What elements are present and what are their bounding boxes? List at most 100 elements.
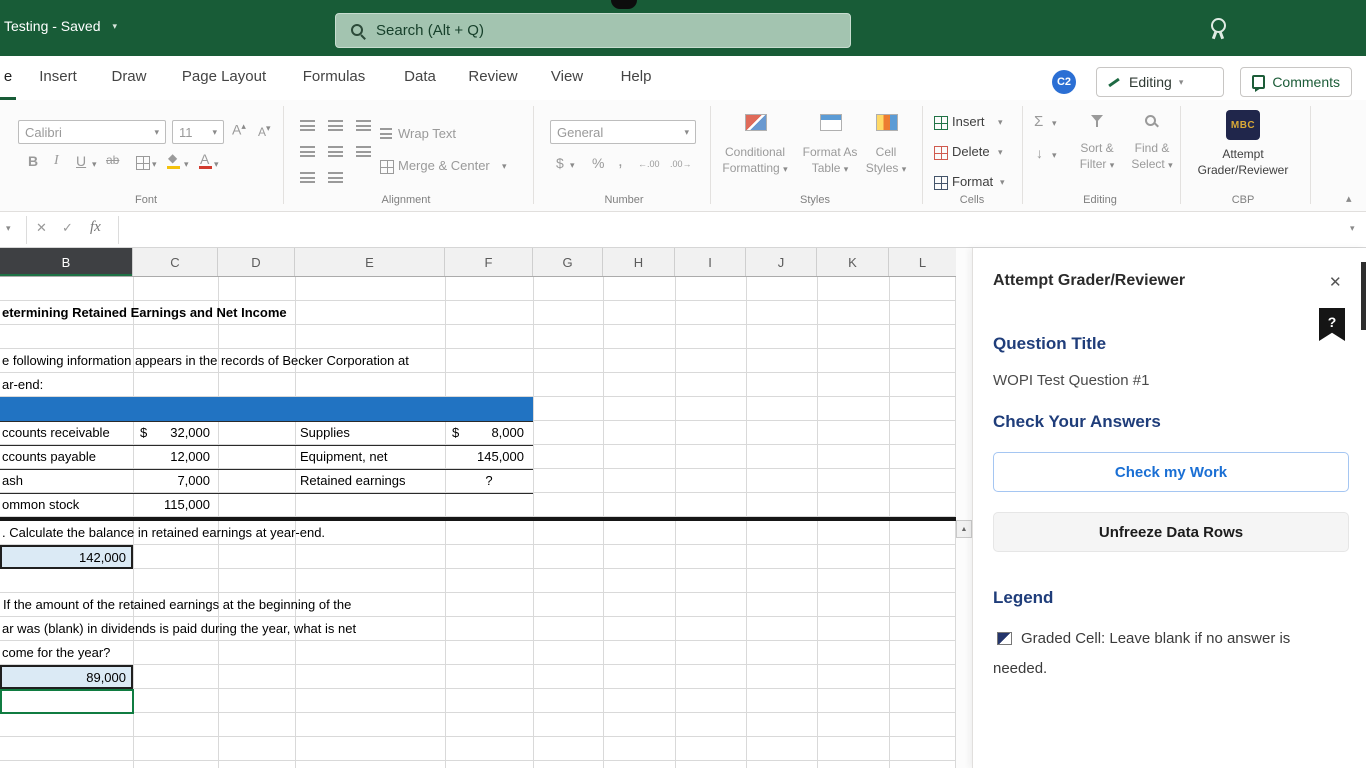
check-my-work-button[interactable]: Check my Work [993,452,1349,492]
legend-heading: Legend [993,588,1054,607]
tab-data[interactable]: Data [390,56,450,97]
answer-cell-retained-earnings[interactable]: 142,000 [0,545,133,569]
coauthor-avatar[interactable]: C2 [1052,70,1076,94]
number-format-select[interactable]: General ▾ [550,120,696,144]
close-pane-button[interactable]: ✕ [1329,273,1342,291]
align-top-button[interactable] [300,120,315,131]
table-cell[interactable]: 145,000 [452,449,524,464]
comments-button[interactable]: Comments [1240,67,1352,97]
insert-function-button[interactable]: fx [90,219,101,236]
cancel-button[interactable]: ✕ [36,221,47,234]
active-cell[interactable] [0,689,134,714]
unfreeze-data-rows-button[interactable]: Unfreeze Data Rows [993,512,1349,552]
help-bookmark-button[interactable]: ? [1319,308,1345,341]
cell-intro-line2[interactable]: ar-end: [2,377,43,392]
table-cell[interactable]: 12,000 [140,449,210,464]
percent-button[interactable]: % [592,156,604,170]
column-header-f[interactable]: F [445,248,533,276]
grid-bottom-pane[interactable] [0,521,956,768]
table-cell[interactable]: ? [445,473,533,488]
merge-center-button[interactable]: Merge & Center [398,158,490,173]
formula-input[interactable] [120,212,1340,247]
currency-button[interactable]: $ [556,156,564,170]
fill-button[interactable]: ↓ [1036,146,1043,160]
enter-button[interactable]: ✓ [62,221,73,234]
gridline [603,277,604,768]
cell-question2-line2[interactable]: ar was (blank) in dividends is paid duri… [2,621,356,636]
align-left-button[interactable] [328,120,343,131]
column-header-e[interactable]: E [295,248,445,276]
column-header-k[interactable]: K [817,248,889,276]
align-middle-button[interactable] [300,146,315,157]
font-size-select[interactable]: 11 ▾ [172,120,224,144]
decrease-font-button[interactable]: A▾ [258,124,271,139]
tab-insert[interactable]: Insert [24,56,92,97]
table-cell[interactable]: Retained earnings [300,473,406,488]
coming-soon-ribbon-icon[interactable] [1208,18,1230,40]
cell-worksheet-title[interactable]: etermining Retained Earnings and Net Inc… [2,305,287,320]
group-label-number: Number [604,194,644,206]
table-cell[interactable]: Supplies [300,425,350,440]
table-cell[interactable]: 115,000 [140,497,210,512]
table-cell[interactable]: 8,000 [452,425,524,440]
chevron-down-icon: ▾ [1178,76,1184,87]
column-header-d[interactable]: D [218,248,295,276]
strikethrough-button[interactable]: ab [106,154,119,166]
align-center-button[interactable] [328,146,343,157]
column-header-j[interactable]: J [746,248,817,276]
column-header-h[interactable]: H [603,248,675,276]
tab-home-partial[interactable]: e [0,56,16,100]
tab-help[interactable]: Help [606,56,666,97]
name-box[interactable]: ▾ [6,224,11,233]
column-header-b[interactable]: B [0,248,133,276]
tab-formulas[interactable]: Formulas [288,56,380,97]
pane-scrollbar-thumb[interactable] [1361,262,1366,330]
column-header-l[interactable]: L [889,248,956,276]
formula-bar-expand-button[interactable]: ▾ [1350,224,1355,233]
table-cell[interactable]: ccounts receivable [2,425,110,440]
indent-button[interactable] [356,146,371,157]
cell-intro-line1[interactable]: e following information appears in the r… [2,353,409,368]
font-name-select[interactable]: Calibri ▾ [18,120,166,144]
answer-cell-net-income[interactable]: 89,000 [0,665,133,689]
align-bottom-button[interactable] [300,172,315,183]
document-title[interactable]: Testing - Saved ▾ [4,18,117,34]
cell-question2-line3[interactable]: come for the year? [2,645,110,660]
bold-button[interactable]: B [28,154,38,168]
column-header-i[interactable]: I [675,248,746,276]
font-color-button[interactable]: A [200,152,209,166]
comma-style-button[interactable]: , [618,152,623,169]
fill-color-button[interactable]: ◆ [168,152,177,164]
table-cell[interactable]: 32,000 [140,425,210,440]
decrease-decimal-button[interactable]: .00→ [670,160,692,169]
tab-page-layout[interactable]: Page Layout [168,56,280,97]
search-input[interactable]: Search (Alt + Q) [335,13,851,48]
tab-view[interactable]: View [536,56,598,97]
table-cell[interactable]: ommon stock [2,497,79,512]
cell-question2-line1[interactable]: If the amount of the retained earnings a… [3,597,351,612]
vertical-scrollbar[interactable] [956,248,972,768]
autosum-button[interactable]: Σ [1034,114,1043,129]
increase-font-button[interactable]: A▴ [232,122,246,137]
editing-mode-button[interactable]: Editing ▾ [1096,67,1224,97]
italic-button[interactable]: I [54,154,59,168]
table-cell[interactable]: Equipment, net [300,449,387,464]
collapse-ribbon-button[interactable]: ▴ [1346,194,1352,205]
table-cell[interactable]: 7,000 [140,473,210,488]
scrollbar-up-button[interactable]: ▲ [956,520,972,538]
tab-draw[interactable]: Draw [98,56,160,97]
cell-question1[interactable]: . Calculate the balance in retained earn… [2,525,325,540]
orientation-button[interactable] [356,120,371,131]
column-header-g[interactable]: G [533,248,603,276]
align-right-button[interactable] [328,172,343,183]
table-cell[interactable]: ccounts payable [2,449,96,464]
underline-button[interactable]: U [76,154,86,168]
chevron-down-icon: ▾ [154,126,159,137]
table-cell[interactable]: ash [2,473,23,488]
column-headers: B C D E F G H I J K L [0,248,956,277]
column-header-c[interactable]: C [133,248,218,276]
increase-decimal-button[interactable]: ←.00 [638,160,660,169]
tab-review[interactable]: Review [458,56,528,97]
wrap-text-button[interactable]: Wrap Text [398,126,456,141]
borders-button[interactable] [136,156,150,170]
